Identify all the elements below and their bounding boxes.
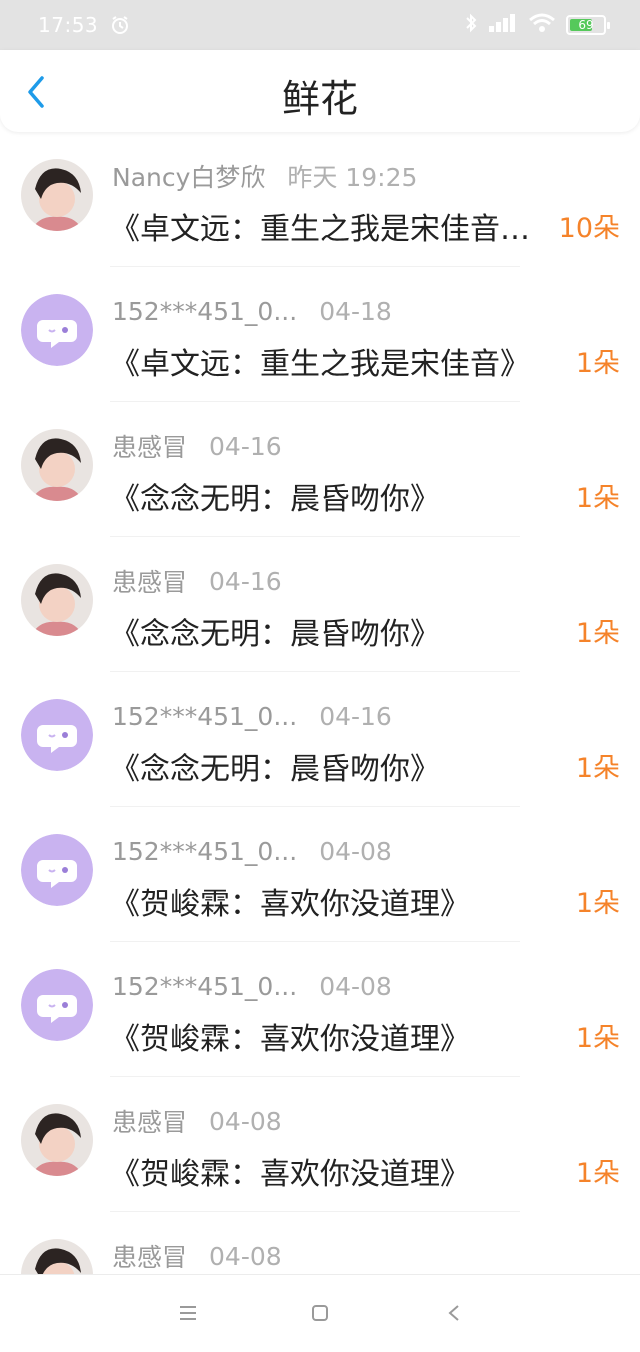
flower-count: 1朵: [575, 483, 620, 514]
back-triangle-icon[interactable]: [442, 1301, 466, 1325]
user-name: 152***451_0...: [112, 701, 298, 731]
item-meta: 患感冒 04-16: [112, 430, 282, 463]
bluetooth-icon: [464, 13, 478, 37]
battery-icon: 69: [566, 15, 606, 35]
item-meta: Nancy白梦欣 昨天 19:25: [112, 160, 417, 192]
status-bar: 17:53 69: [0, 0, 640, 50]
avatar[interactable]: [21, 429, 93, 501]
battery-percent: 69: [578, 18, 594, 32]
item-date: 04-08: [319, 836, 392, 866]
wifi-icon: [528, 13, 556, 37]
item-meta: 患感冒 04-08: [112, 1240, 282, 1273]
flower-count: 1朵: [575, 348, 620, 379]
book-title[interactable]: 《卓文远：重生之我是宋佳音》: [110, 339, 530, 383]
page-title: 鲜花: [281, 77, 358, 121]
flower-list: Nancy白梦欣 昨天 19:25 《卓文远：重生之我是宋佳音… 10朵 152***4…: [0, 132, 640, 1347]
avatar[interactable]: [21, 159, 93, 231]
book-title[interactable]: 《贺峻霖：喜欢你没道理》: [110, 1149, 470, 1193]
flower-count: 1朵: [575, 753, 620, 784]
item-meta: 患感冒 04-08: [112, 1105, 282, 1138]
book-title[interactable]: 《贺峻霖：喜欢你没道理》: [110, 1014, 470, 1058]
user-name: Nancy白梦欣: [112, 163, 266, 192]
item-date: 04-18: [319, 296, 392, 326]
home-square-icon[interactable]: [308, 1301, 332, 1325]
menu-icon[interactable]: [176, 1301, 200, 1325]
list-item[interactable]: 152***451_0... 04-08 《贺峻霖：喜欢你没道理》 1朵: [0, 942, 640, 1077]
avatar[interactable]: [21, 834, 93, 906]
book-title[interactable]: 《念念无明：晨昏吻你》: [110, 609, 440, 653]
list-item[interactable]: 152***451_0... 04-18 《卓文远：重生之我是宋佳音》 1朵: [0, 267, 640, 402]
item-meta: 152***451_0... 04-08: [112, 970, 392, 1002]
item-date: 昨天 19:25: [287, 163, 418, 192]
list-item[interactable]: 患感冒 04-08 《贺峻霖：喜欢你没道理》 1朵: [0, 1077, 640, 1212]
signal-icon: [488, 13, 518, 37]
avatar[interactable]: [21, 564, 93, 636]
status-time: 17:53: [38, 13, 99, 37]
app-header: 鲜花: [0, 50, 640, 132]
avatar[interactable]: [21, 699, 93, 771]
avatar[interactable]: [21, 294, 93, 366]
item-date: 04-16: [319, 701, 392, 731]
flower-count: 1朵: [575, 1023, 620, 1054]
user-name: 患感冒: [112, 1108, 188, 1137]
user-name: 152***451_0...: [112, 836, 298, 866]
user-name: 152***451_0...: [112, 296, 298, 326]
item-meta: 患感冒 04-16: [112, 565, 282, 598]
item-date: 04-08: [209, 1241, 282, 1271]
list-item[interactable]: 患感冒 04-16 《念念无明：晨昏吻你》 1朵: [0, 402, 640, 537]
list-item[interactable]: 152***451_0... 04-16 《念念无明：晨昏吻你》 1朵: [0, 672, 640, 807]
flower-count: 1朵: [575, 888, 620, 919]
book-title[interactable]: 《贺峻霖：喜欢你没道理》: [110, 879, 470, 923]
user-name: 患感冒: [112, 433, 188, 462]
list-item[interactable]: Nancy白梦欣 昨天 19:25 《卓文远：重生之我是宋佳音… 10朵: [0, 132, 640, 267]
system-nav-bar: [0, 1274, 640, 1352]
item-date: 04-16: [209, 566, 282, 596]
book-title[interactable]: 《念念无明：晨昏吻你》: [110, 474, 440, 518]
item-meta: 152***451_0... 04-18: [112, 295, 392, 327]
avatar[interactable]: [21, 969, 93, 1041]
avatar[interactable]: [21, 1104, 93, 1176]
flower-count: 10朵: [558, 213, 620, 244]
item-date: 04-08: [319, 971, 392, 1001]
item-date: 04-08: [209, 1106, 282, 1136]
flower-count: 1朵: [575, 618, 620, 649]
list-item[interactable]: 患感冒 04-16 《念念无明：晨昏吻你》 1朵: [0, 537, 640, 672]
user-name: 152***451_0...: [112, 971, 298, 1001]
alarm-icon: [110, 15, 130, 35]
item-meta: 152***451_0... 04-08: [112, 835, 392, 867]
item-meta: 152***451_0... 04-16: [112, 700, 392, 732]
book-title[interactable]: 《念念无明：晨昏吻你》: [110, 744, 440, 788]
list-item[interactable]: 152***451_0... 04-08 《贺峻霖：喜欢你没道理》 1朵: [0, 807, 640, 942]
user-name: 患感冒: [112, 1243, 188, 1272]
book-title[interactable]: 《卓文远：重生之我是宋佳音…: [110, 204, 530, 248]
user-name: 患感冒: [112, 568, 188, 597]
flower-count: 1朵: [575, 1158, 620, 1189]
item-date: 04-16: [209, 431, 282, 461]
